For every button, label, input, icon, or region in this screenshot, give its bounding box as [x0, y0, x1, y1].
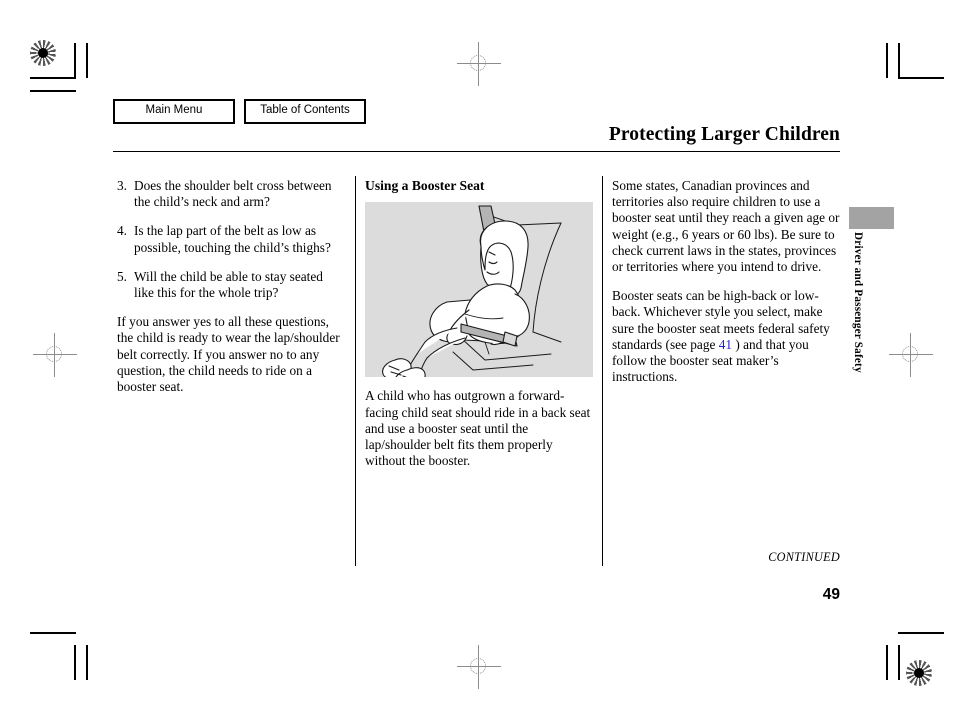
middle-column: Using a Booster Seat A child who has out… — [365, 178, 593, 482]
crop-mark — [86, 645, 88, 680]
registration-crosshair-left — [33, 333, 77, 377]
crop-mark — [74, 645, 76, 680]
registration-crosshair-right — [889, 333, 933, 377]
list-item: 5. Will the child be able to stay seated… — [117, 269, 345, 301]
title-divider — [113, 151, 840, 152]
list-item: 3. Does the shoulder belt cross between … — [117, 178, 345, 210]
table-of-contents-button[interactable]: Table of Contents — [244, 99, 366, 124]
list-item-number: 3. — [117, 178, 127, 193]
middle-column-paragraph: A child who has outgrown a forward-facin… — [365, 388, 591, 469]
list-item-text: Will the child be able to stay seated li… — [134, 268, 323, 301]
column-divider-2 — [602, 176, 603, 566]
right-column-paragraph-2: Booster seats can be high-back or low-ba… — [612, 288, 844, 385]
list-item-number: 5. — [117, 268, 127, 284]
crop-mark — [30, 77, 76, 79]
crop-mark — [898, 645, 900, 680]
left-column-paragraph: If you answer yes to all these questions… — [117, 314, 340, 395]
page-reference-link[interactable]: 41 — [719, 337, 732, 352]
right-column-paragraph-1: Some states, Canadian provinces and terr… — [612, 178, 840, 275]
crop-mark — [30, 90, 76, 92]
crop-mark — [898, 632, 944, 634]
section-tab-marker — [849, 207, 894, 229]
list-item-number: 4. — [117, 223, 127, 239]
registration-crosshair-top — [457, 42, 501, 86]
continued-label: CONTINUED — [768, 550, 840, 564]
section-heading: Using a Booster Seat — [365, 178, 485, 193]
manual-page: Main Menu Table of Contents Protecting L… — [0, 0, 954, 710]
section-tab-label: Driver and Passenger Safety — [852, 232, 864, 373]
list-item: 4. Is the lap part of the belt as low as… — [117, 223, 345, 255]
left-column: 3. Does the shoulder belt cross between … — [117, 178, 345, 408]
registration-crosshair-bottom — [457, 645, 501, 689]
crop-mark — [30, 632, 76, 634]
page-number: 49 — [822, 586, 840, 603]
page-title: Protecting Larger Children — [608, 124, 840, 145]
registration-target-top-left — [30, 40, 56, 66]
booster-seat-illustration — [365, 202, 593, 378]
list-item-text: Does the shoulder belt cross between the… — [134, 178, 332, 210]
right-column: Some states, Canadian provinces and terr… — [612, 178, 844, 398]
crop-mark — [74, 43, 76, 78]
column-divider-1 — [355, 176, 356, 566]
question-list: 3. Does the shoulder belt cross between … — [117, 178, 345, 301]
list-item-text: Is the lap part of the belt as low as po… — [134, 223, 331, 255]
crop-mark — [898, 77, 944, 79]
crop-mark — [886, 645, 888, 680]
crop-mark — [898, 43, 900, 78]
navigation-bar: Main Menu Table of Contents — [113, 99, 366, 124]
main-menu-button[interactable]: Main Menu — [113, 99, 235, 124]
registration-target-bottom-right — [906, 660, 932, 686]
crop-mark — [886, 43, 888, 78]
crop-mark — [86, 43, 88, 78]
